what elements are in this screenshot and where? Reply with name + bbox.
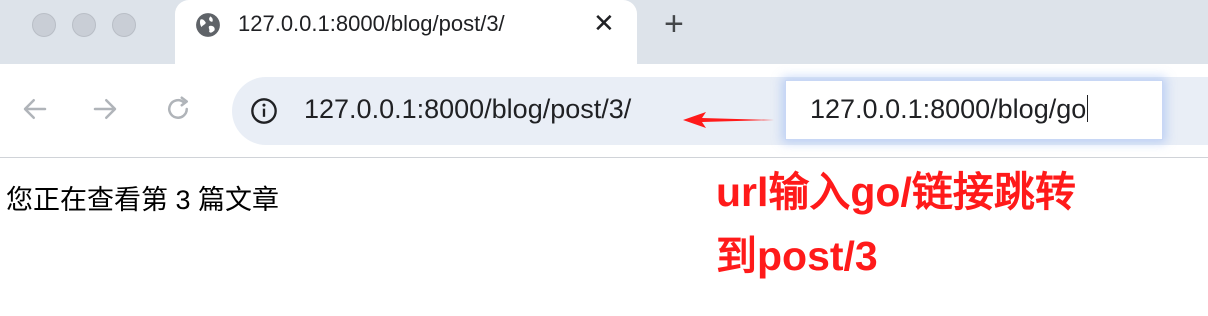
annotation-line-2: 到post/3: [716, 233, 878, 279]
forward-arrow-icon[interactable]: [90, 94, 120, 124]
url-edit-field[interactable]: 127.0.0.1:8000/blog/go: [786, 81, 1162, 139]
address-url: 127.0.0.1:8000/blog/post/3/: [304, 94, 632, 124]
new-tab-button[interactable]: +: [664, 7, 684, 41]
reload-icon[interactable]: [163, 94, 193, 124]
url-edit-value: 127.0.0.1:8000/blog/go: [810, 94, 1087, 124]
tab-close-icon[interactable]: ✕: [593, 9, 615, 37]
info-icon[interactable]: [250, 97, 278, 125]
red-annotation: url输入go/链接跳转 到post/3: [716, 160, 1196, 288]
globe-icon: [196, 13, 220, 37]
text-caret: [1087, 95, 1089, 122]
tab-strip: 127.0.0.1:8000/blog/post/3/ ✕ +: [0, 0, 1208, 64]
annotation-line-1: url输入go/链接跳转: [716, 169, 1076, 215]
red-arrow-icon: [683, 112, 774, 128]
window-minimize-button[interactable]: [72, 13, 96, 37]
window-close-button[interactable]: [32, 13, 56, 37]
back-arrow-icon[interactable]: [20, 94, 50, 124]
tab-title: 127.0.0.1:8000/blog/post/3/: [238, 11, 505, 36]
page-content-text: 您正在查看第 3 篇文章: [6, 185, 280, 215]
window-zoom-button[interactable]: [112, 13, 136, 37]
browser-tab[interactable]: 127.0.0.1:8000/blog/post/3/ ✕: [175, 0, 637, 64]
